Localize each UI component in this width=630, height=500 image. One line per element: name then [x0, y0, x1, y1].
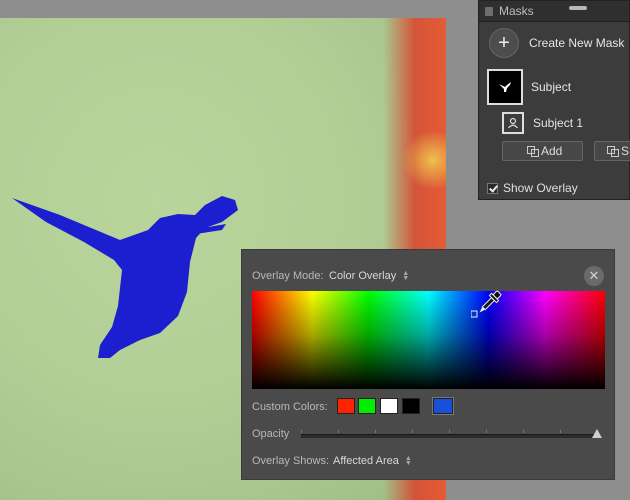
- custom-color-swatch[interactable]: [337, 398, 355, 414]
- subtract-button[interactable]: S: [594, 141, 630, 161]
- opacity-slider-handle[interactable]: [592, 429, 602, 438]
- close-button[interactable]: ✕: [584, 266, 604, 286]
- create-new-mask-label: Create New Mask: [529, 36, 625, 50]
- overlay-mode-label: Overlay Mode:: [252, 270, 324, 282]
- overlay-shows-label: Overlay Shows:: [252, 455, 330, 467]
- selected-color-swatch[interactable]: [432, 397, 454, 415]
- panel-grip-icon: [485, 6, 493, 16]
- custom-color-swatch[interactable]: [358, 398, 376, 414]
- opacity-label: Opacity: [252, 428, 290, 440]
- dropdown-arrows-icon: ▲ ▼: [404, 455, 412, 467]
- submask-item-label: Subject 1: [533, 116, 584, 130]
- add-mask-icon: [527, 146, 539, 157]
- subtract-mask-icon: [607, 146, 619, 157]
- close-icon: ✕: [588, 268, 600, 283]
- opacity-tick: [338, 430, 339, 433]
- masks-panel-title: Masks: [499, 4, 534, 18]
- mask-thumbnail: [487, 69, 523, 105]
- dropdown-arrows-icon: ▲ ▼: [402, 270, 410, 282]
- eyedropper-icon[interactable]: [471, 286, 505, 322]
- overlay-shows-dropdown[interactable]: Affected Area ▲ ▼: [333, 455, 412, 467]
- opacity-tick: [449, 430, 450, 433]
- color-spectrum-picker[interactable]: [252, 291, 605, 389]
- create-new-mask-button[interactable]: + Create New Mask: [479, 22, 629, 64]
- subject-icon: [502, 112, 524, 134]
- show-overlay-checkbox[interactable]: [487, 182, 498, 194]
- subtract-button-label: S: [621, 144, 630, 158]
- add-button[interactable]: Add: [502, 141, 583, 161]
- submask-item-subject-1[interactable]: Subject 1: [479, 111, 630, 135]
- overlay-shows-value: Affected Area: [333, 455, 399, 467]
- masks-panel: Masks + Create New Mask Subject Subject …: [478, 0, 630, 200]
- show-overlay-label: Show Overlay: [503, 181, 578, 195]
- overlay-mode-value: Color Overlay: [329, 270, 397, 282]
- collapse-icon[interactable]: [569, 6, 587, 10]
- opacity-tick: [523, 430, 524, 433]
- overlay-mode-dropdown[interactable]: Color Overlay ▲ ▼: [329, 270, 409, 282]
- opacity-tick: [301, 430, 302, 433]
- opacity-tick: [560, 430, 561, 433]
- opacity-tick: [375, 430, 376, 433]
- add-button-label: Add: [541, 144, 563, 158]
- custom-color-swatch[interactable]: [402, 398, 420, 414]
- show-overlay-toggle[interactable]: Show Overlay: [487, 181, 578, 195]
- opacity-tick: [412, 430, 413, 433]
- custom-color-swatch[interactable]: [380, 398, 398, 414]
- masks-panel-titlebar[interactable]: Masks: [479, 1, 629, 22]
- overlay-settings-panel: Overlay Mode: Color Overlay ▲ ▼ ✕ Custom …: [241, 249, 615, 480]
- opacity-tick: [486, 430, 487, 433]
- mask-item-subject[interactable]: Subject: [479, 68, 630, 106]
- opacity-slider[interactable]: [301, 434, 597, 438]
- mask-item-label: Subject: [531, 80, 572, 94]
- bird-silhouette-icon: [499, 82, 511, 92]
- custom-colors-label: Custom Colors:: [252, 401, 328, 413]
- plus-icon: +: [489, 28, 519, 58]
